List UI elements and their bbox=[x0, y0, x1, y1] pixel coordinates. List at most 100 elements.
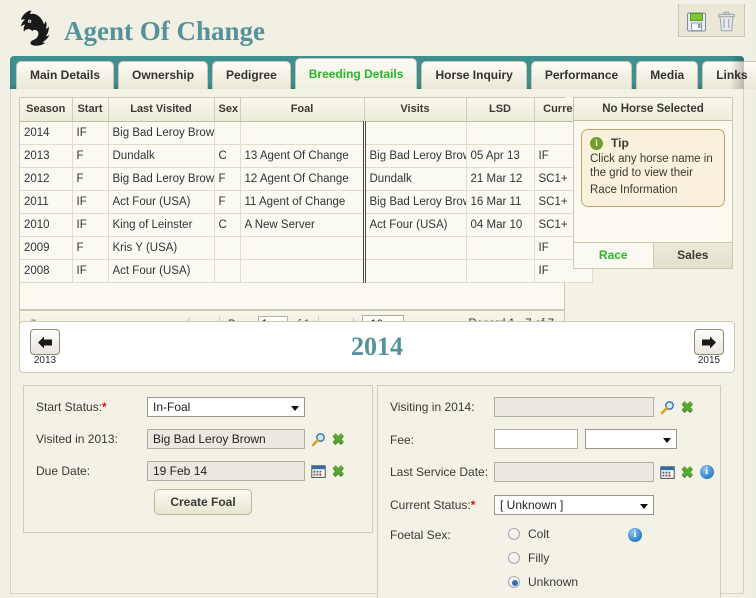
tab-ownership[interactable]: Ownership bbox=[118, 61, 209, 89]
foetal-sex-radio-colt[interactable] bbox=[508, 528, 520, 540]
visiting-in-label: Visiting in 2014: bbox=[390, 400, 475, 414]
table-row[interactable]: 2014 IF Big Bad Leroy Brown bbox=[20, 121, 593, 145]
column-header-start[interactable]: Start bbox=[72, 98, 109, 122]
table-row[interactable]: 2008 IF Act Four (USA) IF bbox=[20, 259, 593, 283]
search-lookup-icon[interactable] bbox=[660, 400, 675, 415]
search-lookup-icon[interactable] bbox=[311, 432, 326, 447]
cell-visits[interactable] bbox=[362, 259, 467, 283]
tab-main-details[interactable]: Main Details bbox=[16, 61, 115, 89]
cell-foal[interactable]: A New Server bbox=[240, 213, 365, 237]
clear-x-icon[interactable]: ✖ bbox=[332, 464, 345, 479]
fee-label: Fee: bbox=[390, 433, 415, 447]
cell-foal[interactable] bbox=[240, 236, 365, 260]
cell-foal[interactable] bbox=[240, 259, 365, 283]
due-date-field[interactable]: 19 Feb 14 bbox=[147, 461, 305, 481]
cell-last-visited[interactable]: Big Bad Leroy Brown bbox=[108, 167, 215, 191]
create-foal-button[interactable]: Create Foal bbox=[154, 489, 252, 515]
fee-amount-field[interactable] bbox=[494, 429, 578, 449]
tip-box: i Tip Click any horse name in the grid t… bbox=[581, 129, 725, 207]
next-season-label: 2015 bbox=[697, 355, 721, 366]
save-disk-icon[interactable] bbox=[686, 11, 707, 33]
start-status-select[interactable]: In-Foal bbox=[147, 397, 305, 417]
tab-pedigree[interactable]: Pedigree bbox=[212, 61, 291, 89]
cell-last-visited[interactable]: Act Four (USA) bbox=[108, 259, 215, 283]
cell-lsd: 21 Mar 12 bbox=[466, 167, 535, 191]
current-season-form: Visiting in 2014: ✖ Fee: Last Service Da… bbox=[377, 385, 721, 598]
required-marker: * bbox=[470, 498, 476, 512]
tab-horse-inquiry[interactable]: Horse Inquiry bbox=[421, 61, 527, 89]
cell-last-visited[interactable]: Dundalk bbox=[108, 144, 215, 168]
calendar-icon[interactable] bbox=[660, 465, 675, 480]
page-title: Agent Of Change bbox=[64, 16, 265, 46]
column-header-lsd[interactable]: LSD bbox=[466, 98, 535, 122]
header-action-toolbar bbox=[678, 4, 745, 37]
side-panel-header: No Horse Selected bbox=[574, 98, 732, 121]
column-header-last-visited[interactable]: Last Visited bbox=[108, 98, 215, 122]
column-header-foal[interactable]: Foal bbox=[240, 98, 365, 122]
clear-x-icon[interactable]: ✖ bbox=[681, 400, 694, 415]
tab-breeding-details[interactable]: Breeding Details bbox=[294, 58, 418, 89]
cell-last-visited[interactable]: Big Bad Leroy Brown bbox=[108, 121, 215, 145]
cell-foal[interactable] bbox=[240, 121, 365, 145]
table-row[interactable]: 2012 F Big Bad Leroy Brown F 12 Agent Of… bbox=[20, 167, 593, 191]
next-season-button[interactable]: 2015 bbox=[694, 329, 724, 366]
foetal-sex-label: Foetal Sex: bbox=[390, 528, 451, 542]
side-tab-sales[interactable]: Sales bbox=[653, 243, 732, 268]
cell-start: IF bbox=[72, 190, 109, 214]
cell-lsd bbox=[466, 236, 535, 260]
cell-visits[interactable] bbox=[362, 121, 467, 145]
cell-visits[interactable]: Act Four (USA) bbox=[362, 213, 467, 237]
info-icon[interactable]: i bbox=[628, 528, 642, 542]
cell-foal[interactable]: 11 Agent of Change bbox=[240, 190, 365, 214]
table-row[interactable]: 2013 F Dundalk C 13 Agent Of Change Big … bbox=[20, 144, 593, 168]
start-status-value: In-Foal bbox=[153, 400, 191, 414]
application-page: Agent Of Change Main Details Ownership P… bbox=[0, 0, 756, 598]
cell-sex bbox=[214, 121, 241, 145]
last-service-date-label: Last Service Date: bbox=[390, 465, 489, 479]
table-header-row: Season Start Last Visited Sex Foal Visit… bbox=[20, 98, 593, 122]
cell-foal[interactable]: 12 Agent Of Change bbox=[240, 167, 365, 191]
current-status-select[interactable]: [ Unknown ] bbox=[494, 495, 654, 515]
trash-can-icon[interactable] bbox=[716, 11, 737, 33]
column-header-season[interactable]: Season bbox=[20, 98, 73, 122]
cell-visits[interactable]: Dundalk bbox=[362, 167, 467, 191]
visited-in-field[interactable]: Big Bad Leroy Brown bbox=[147, 429, 305, 449]
table-row[interactable]: 2009 F Kris Y (USA) IF bbox=[20, 236, 593, 260]
clear-x-icon[interactable]: ✖ bbox=[332, 432, 345, 447]
cell-foal[interactable]: 13 Agent Of Change bbox=[240, 144, 365, 168]
table-row[interactable]: 2010 IF King of Leinster C A New Server … bbox=[20, 213, 593, 237]
cell-visits[interactable] bbox=[362, 236, 467, 260]
side-tab-race[interactable]: Race bbox=[574, 243, 654, 268]
cell-visits[interactable]: Big Bad Leroy Brown bbox=[362, 144, 467, 168]
cell-last-visited[interactable]: Kris Y (USA) bbox=[108, 236, 215, 260]
visiting-in-field[interactable] bbox=[494, 397, 654, 417]
tab-performance[interactable]: Performance bbox=[530, 61, 633, 89]
visited-in-label: Visited in 2013: bbox=[36, 432, 118, 446]
info-icon[interactable]: i bbox=[699, 465, 714, 479]
clear-x-icon[interactable]: ✖ bbox=[681, 465, 694, 480]
tab-links[interactable]: Links bbox=[702, 61, 756, 89]
fee-currency-select[interactable] bbox=[585, 429, 677, 449]
calendar-icon[interactable] bbox=[311, 464, 326, 479]
info-icon: i bbox=[590, 136, 603, 150]
table-row[interactable]: 2011 IF Act Four (USA) F 11 Agent of Cha… bbox=[20, 190, 593, 214]
horse-head-icon bbox=[13, 8, 57, 48]
cell-sex: C bbox=[214, 213, 241, 237]
cell-season: 2009 bbox=[20, 236, 73, 260]
last-service-date-field[interactable] bbox=[494, 462, 654, 482]
cell-last-visited[interactable]: Act Four (USA) bbox=[108, 190, 215, 214]
foetal-sex-radio-unknown[interactable] bbox=[508, 576, 520, 588]
column-header-visits[interactable]: Visits bbox=[364, 98, 467, 122]
foetal-sex-radio-filly[interactable] bbox=[508, 552, 520, 564]
cell-start: IF bbox=[72, 259, 109, 283]
cell-sex: F bbox=[214, 190, 241, 214]
cell-sex bbox=[214, 236, 241, 260]
chevron-down-icon bbox=[640, 504, 648, 509]
tab-media[interactable]: Media bbox=[636, 61, 699, 89]
current-status-label: Current Status: bbox=[390, 498, 471, 512]
column-header-sex[interactable]: Sex bbox=[214, 98, 241, 122]
breeding-history-grid: Season Start Last Visited Sex Foal Visit… bbox=[19, 97, 593, 310]
cell-last-visited[interactable]: King of Leinster bbox=[108, 213, 215, 237]
current-season-title: 2014 bbox=[351, 332, 403, 361]
cell-visits[interactable]: Big Bad Leroy Brown bbox=[362, 190, 467, 214]
